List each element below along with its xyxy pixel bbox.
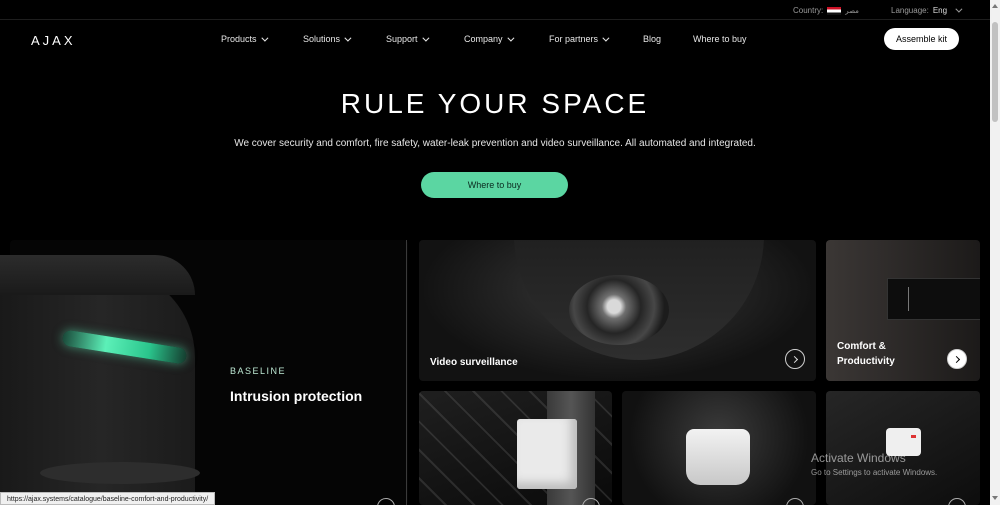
scroll-down-arrow-icon[interactable] [992,496,998,500]
nav-item-where-to-buy[interactable]: Where to buy [693,34,747,44]
nav-item-products[interactable]: Products [221,34,268,44]
country-selector[interactable]: Country: مصر [793,6,859,15]
comfort-title-line2: Productivity [837,356,895,367]
hero-subtitle: We cover security and comfort, fire safe… [234,138,756,149]
egypt-flag-icon [827,6,842,15]
video-surveillance-arrow-button[interactable] [785,349,805,369]
video-surveillance-title: Video surveillance [430,357,518,368]
leak-prevention-card[interactable] [826,391,980,505]
language-label: Language: [891,6,929,15]
nav-item-for-partners[interactable]: For partners [549,34,610,44]
nav-item-support[interactable]: Support [386,34,429,44]
where-to-buy-button[interactable]: Where to buy [421,172,568,198]
link-status-bar: https://ajax.systems/catalogue/baseline-… [0,492,216,505]
nav-item-label: Products [221,34,257,44]
nav-item-blog[interactable]: Blog [643,34,661,44]
chevron-down-icon [955,5,963,13]
leak-arrow-button[interactable] [948,498,966,505]
chevron-down-icon [260,34,268,42]
page-scrollbar[interactable] [990,0,1000,505]
smoke-detector-image [686,429,750,485]
light-switch-image [887,278,980,320]
fire-safety-card[interactable] [622,391,816,505]
language-selector[interactable]: Language: Eng [891,5,963,15]
country-name: مصر [845,7,859,15]
nav-item-label: Where to buy [693,34,747,44]
motion-sensor-top [0,255,195,295]
sensor-ring [40,462,200,484]
fire-safety-arrow-button[interactable] [786,498,804,505]
card-divider [406,240,407,505]
language-value: Eng [932,6,948,15]
comfort-productivity-card[interactable]: Comfort & Productivity [826,240,980,381]
video-surveillance-card[interactable]: Video surveillance [419,240,816,381]
assemble-kit-button[interactable]: Assemble kit [884,28,959,50]
ajax-logo[interactable]: AJAX [31,33,76,48]
nav-item-company[interactable]: Company [464,34,514,44]
watermark-title: Activate Windows [811,451,906,465]
watermark-subtitle: Go to Settings to activate Windows. [811,468,938,477]
chevron-down-icon [602,34,610,42]
comfort-title-line1: Comfort & [837,341,886,352]
chevron-down-icon [421,34,429,42]
chevron-down-icon [506,34,514,42]
nav-item-label: Blog [643,34,662,44]
chevron-down-icon [344,34,352,42]
nav-item-label: For partners [549,34,599,44]
scroll-up-arrow-icon[interactable] [992,4,998,8]
chevron-right-icon [952,355,960,363]
windows-activation-watermark: Activate Windows Go to Settings to activ… [811,451,937,477]
fibra-hub-card[interactable] [419,391,612,505]
top-utility-bar: Country: مصر Language: Eng [0,0,990,20]
intrusion-protection-title: Intrusion protection [230,388,363,404]
hero-title: RULE YOUR SPACE [340,88,650,119]
scrollbar-thumb[interactable] [992,22,998,122]
country-label: Country: [793,6,824,15]
comfort-productivity-title: Comfort & Productivity [837,339,895,369]
baseline-label: BASELINE [230,366,287,376]
comfort-productivity-arrow-button[interactable] [947,349,967,369]
nav-item-solutions[interactable]: Solutions [303,34,352,44]
nav-item-label: Support [386,34,418,44]
nav-item-label: Company [464,34,503,44]
chevron-right-icon [790,355,798,363]
nav-item-label: Solutions [303,34,341,44]
hub-device-image [517,419,577,489]
camera-lens [569,275,669,345]
